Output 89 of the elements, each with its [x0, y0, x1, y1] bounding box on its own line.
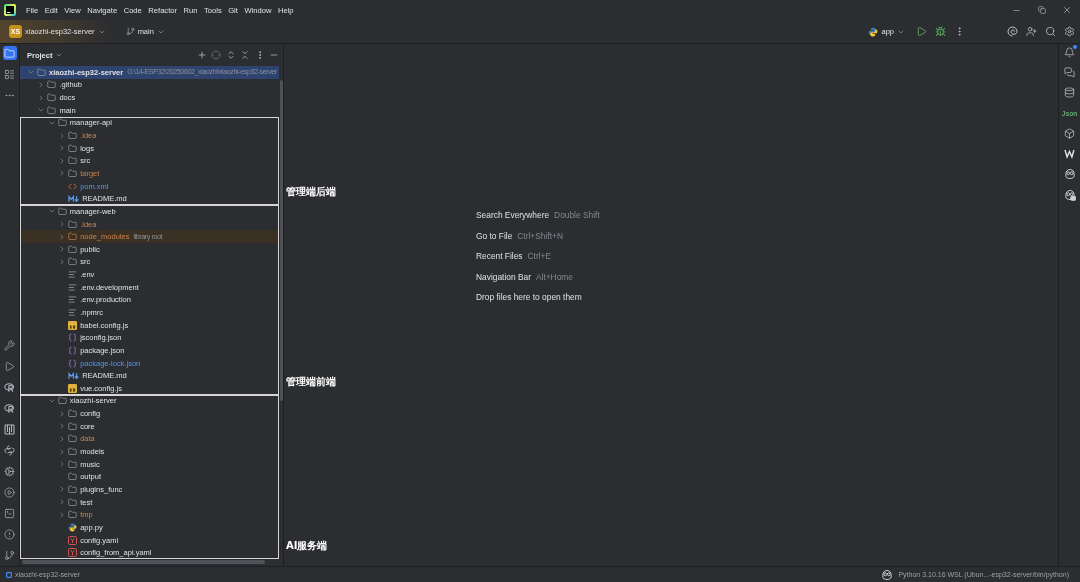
shortcut-label: Alt+Home	[535, 271, 573, 282]
shortcut-label: Ctrl+E	[527, 251, 552, 261]
annotation-label: 管理端后端	[286, 185, 336, 200]
folder-icon	[68, 219, 78, 229]
folder-icon	[68, 510, 78, 520]
vertical-scrollbar[interactable]	[280, 80, 283, 401]
close-icon[interactable]	[1062, 5, 1073, 15]
annotation-label: 管理端前端	[286, 374, 336, 389]
yaml-file-icon	[68, 535, 78, 545]
robot-icon[interactable]	[1063, 168, 1076, 180]
folder-icon	[47, 93, 57, 103]
wrench-icon[interactable]	[2, 338, 17, 352]
hint-text: Recent Files	[476, 251, 523, 261]
python-icon	[68, 522, 78, 532]
add-user-icon[interactable]	[1026, 26, 1037, 37]
folder-icon	[68, 497, 78, 507]
app-logo-icon[interactable]	[4, 4, 16, 16]
folder-icon	[68, 484, 78, 494]
robot-chat-icon[interactable]	[1063, 189, 1076, 201]
folder-icon	[57, 118, 67, 128]
folder-icon	[68, 434, 78, 444]
text-lines-icon	[68, 308, 78, 317]
add-icon[interactable]	[196, 50, 207, 60]
folder-icon	[47, 105, 57, 115]
folder-icon	[47, 80, 57, 90]
folder-icon	[68, 232, 78, 242]
letter-r-icon[interactable]	[2, 401, 17, 415]
folder-icon	[37, 67, 46, 77]
shortcut-label: Double Shift	[554, 210, 600, 220]
hint-text: Navigation Bar	[476, 271, 531, 282]
folder-icon[interactable]	[2, 46, 17, 60]
structure-icon[interactable]	[2, 67, 17, 81]
python-icon[interactable]	[2, 443, 17, 457]
braces-icon	[68, 358, 78, 368]
python-icon	[868, 26, 879, 37]
yaml-file-icon	[68, 548, 78, 558]
hint-text: Drop files here to open them	[476, 292, 582, 302]
restore-icon[interactable]	[1037, 6, 1046, 14]
folder-icon	[68, 472, 78, 482]
folder-icon	[68, 131, 78, 140]
folder-icon	[57, 396, 67, 406]
play-circle-icon[interactable]	[2, 485, 17, 499]
hint-text: Go to File	[476, 230, 513, 241]
folder-icon	[68, 244, 78, 254]
folder-icon	[68, 421, 78, 431]
folder-icon	[68, 168, 78, 178]
text-lines-icon	[68, 295, 78, 305]
robot-icon[interactable]	[881, 568, 894, 581]
shortcut-label: Ctrl+Shift+N	[517, 230, 563, 241]
settings-icon[interactable]	[1064, 26, 1075, 37]
chat-icon[interactable]	[1064, 67, 1075, 78]
columns-icon[interactable]	[2, 422, 17, 436]
locate-icon[interactable]	[211, 50, 221, 60]
folder-icon	[68, 447, 78, 457]
folder-icon	[68, 459, 78, 469]
hint-text: Search Everywhere	[476, 210, 550, 220]
debug-icon[interactable]	[935, 26, 946, 37]
js-file-icon	[68, 320, 78, 330]
text-lines-icon	[68, 270, 78, 280]
folder-icon	[68, 409, 78, 419]
run-icon[interactable]	[916, 26, 927, 37]
git-branch-icon[interactable]	[2, 548, 17, 562]
w-logo-icon[interactable]	[1064, 148, 1075, 159]
bell-icon[interactable]	[1064, 46, 1075, 58]
folder-icon	[68, 143, 78, 153]
js-file-icon	[68, 383, 78, 393]
chevron-down-icon	[55, 51, 64, 59]
code-brackets-icon	[68, 181, 78, 191]
braces-icon	[68, 333, 78, 343]
horizontal-scrollbar[interactable]	[22, 560, 265, 564]
cog-icon[interactable]	[2, 464, 17, 478]
folder-icon	[68, 257, 78, 267]
annotation-label: AI服务端	[286, 539, 328, 553]
database-icon[interactable]	[1064, 87, 1075, 98]
expand-all-icon[interactable]	[225, 50, 236, 60]
alert-icon[interactable]	[2, 527, 17, 541]
search-icon[interactable]	[1045, 26, 1056, 37]
letter-r-icon[interactable]	[2, 380, 17, 394]
box-icon[interactable]	[1064, 128, 1075, 139]
markdown-icon	[68, 194, 80, 203]
git-branch-icon	[125, 27, 135, 36]
folder-icon	[57, 206, 67, 216]
swirl-icon[interactable]	[1007, 26, 1018, 37]
text-lines-icon	[68, 282, 78, 292]
collapse-all-icon[interactable]	[240, 50, 250, 60]
markdown-icon	[68, 371, 80, 380]
terminal-icon[interactable]	[2, 506, 17, 520]
folder-icon	[68, 156, 78, 166]
braces-icon	[68, 345, 78, 355]
